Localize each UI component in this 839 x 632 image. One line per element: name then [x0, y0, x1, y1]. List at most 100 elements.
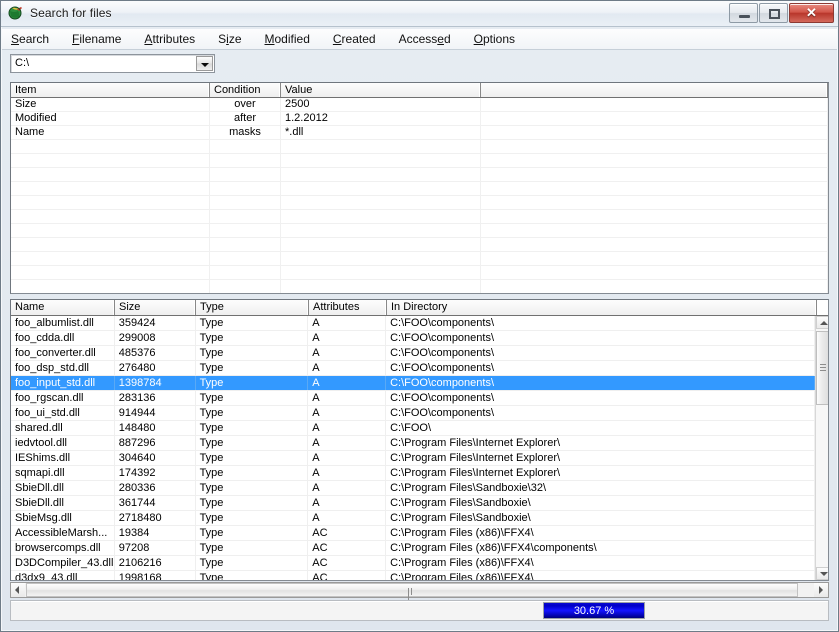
- menu-item-created[interactable]: Created: [332, 31, 377, 47]
- criteria-cell: [11, 266, 210, 279]
- vertical-scroll-thumb[interactable]: [816, 331, 828, 405]
- criteria-cell: [11, 154, 210, 167]
- criteria-cell: [210, 224, 281, 237]
- criteria-row[interactable]: [11, 266, 828, 280]
- table-row[interactable]: iedvtool.dll 887296 Type A C:\Program Files\…: [11, 436, 815, 451]
- table-row[interactable]: browsercomps.dll 97208 Type AC C:\Program Fi…: [11, 541, 815, 556]
- criteria-cell: Size: [11, 98, 210, 111]
- results-column-header[interactable]: Type: [196, 300, 309, 315]
- table-row[interactable]: sqmapi.dll 174392 Type A C:\Program Files\In…: [11, 466, 815, 481]
- results-cell: foo_dsp_std.dll: [11, 361, 115, 375]
- criteria-row[interactable]: [11, 154, 828, 168]
- criteria-row[interactable]: Size over 2500: [11, 98, 828, 112]
- menu-item-size[interactable]: Size: [217, 31, 242, 47]
- criteria-cell: [210, 210, 281, 223]
- results-cell: A: [308, 451, 387, 465]
- table-row[interactable]: d3dx9_43.dll 1998168 Type AC C:\Program File…: [11, 571, 815, 580]
- results-cell: C:\Program Files\Internet Explorer\: [386, 436, 815, 450]
- table-row[interactable]: foo_dsp_std.dll 276480 Type A C:\FOO\compone…: [11, 361, 815, 376]
- menu-item-search[interactable]: Search: [10, 31, 50, 47]
- results-cell: C:\FOO\components\: [386, 376, 815, 390]
- application-window: Search for files ✕ Search Filename Attribu…: [0, 0, 839, 632]
- results-cell: foo_input_std.dll: [11, 376, 115, 390]
- criteria-column-header[interactable]: Item: [11, 83, 210, 97]
- results-list[interactable]: Name Size Type Attributes In Directory foo_a…: [10, 299, 829, 581]
- results-cell: C:\FOO\components\: [386, 316, 815, 330]
- menu-bar: Search Filename Attributes Size Modified Crea…: [2, 29, 837, 50]
- criteria-row[interactable]: [11, 182, 828, 196]
- criteria-row[interactable]: [11, 238, 828, 252]
- results-cell: 914944: [115, 406, 196, 420]
- table-row[interactable]: foo_input_std.dll 1398784 Type A C:\FOO\comp…: [11, 376, 815, 391]
- criteria-row[interactable]: Modified after 1.2.2012: [11, 112, 828, 126]
- table-row[interactable]: SbieMsg.dll 2718480 Type A C:\Program Files\…: [11, 511, 815, 526]
- close-button[interactable]: ✕: [789, 3, 834, 23]
- table-row[interactable]: SbieDll.dll 280336 Type A C:\Program Files\S…: [11, 481, 815, 496]
- criteria-cell: [281, 210, 481, 223]
- results-cell: A: [308, 376, 387, 390]
- table-row[interactable]: foo_rgscan.dll 283136 Type A C:\FOO\componen…: [11, 391, 815, 406]
- criteria-cell: [481, 126, 828, 139]
- status-bar: [10, 600, 829, 621]
- results-cell: foo_ui_std.dll: [11, 406, 115, 420]
- criteria-cell: [281, 196, 481, 209]
- table-row[interactable]: foo_cdda.dll 299008 Type A C:\FOO\components…: [11, 331, 815, 346]
- results-horizontal-scrollbar[interactable]: [10, 582, 829, 602]
- criteria-cell: [281, 154, 481, 167]
- table-row[interactable]: AccessibleMarsh... 19384 Type AC C:\Program …: [11, 526, 815, 541]
- criteria-row[interactable]: [11, 252, 828, 266]
- criteria-row[interactable]: [11, 224, 828, 238]
- table-row[interactable]: foo_converter.dll 485376 Type A C:\FOO\compo…: [11, 346, 815, 361]
- scroll-right-button[interactable]: [814, 583, 828, 597]
- criteria-row[interactable]: [11, 280, 828, 293]
- table-row[interactable]: SbieDll.dll 361744 Type A C:\Program Files\S…: [11, 496, 815, 511]
- criteria-cell: [210, 154, 281, 167]
- table-row[interactable]: foo_ui_std.dll 914944 Type A C:\FOO\componen…: [11, 406, 815, 421]
- scroll-left-button[interactable]: [11, 583, 25, 597]
- results-vertical-scrollbar[interactable]: [815, 316, 828, 580]
- search-globe-icon: [8, 6, 22, 20]
- criteria-row[interactable]: [11, 168, 828, 182]
- results-column-header[interactable]: Attributes: [309, 300, 387, 315]
- menu-item-options[interactable]: Options: [473, 31, 516, 47]
- menu-item-accessed[interactable]: Accessed: [398, 31, 452, 47]
- criteria-grid[interactable]: Item Condition Value Size over 2500 Modified a…: [10, 82, 829, 294]
- minimize-button[interactable]: [729, 3, 758, 23]
- criteria-cell: [481, 196, 828, 209]
- criteria-column-header[interactable]: [481, 83, 828, 97]
- criteria-column-header[interactable]: Condition: [210, 83, 281, 97]
- results-cell: A: [308, 511, 387, 525]
- results-cell: C:\FOO\components\: [386, 331, 815, 345]
- criteria-row[interactable]: Name masks *.dll: [11, 126, 828, 140]
- criteria-column-header[interactable]: Value: [281, 83, 481, 97]
- scroll-down-button[interactable]: [816, 567, 828, 580]
- menu-item-attributes[interactable]: Attributes: [143, 31, 196, 47]
- menu-item-filename[interactable]: Filename: [71, 31, 122, 47]
- results-cell: C:\Program Files\Sandboxie\: [386, 496, 815, 510]
- table-row[interactable]: D3DCompiler_43.dll 2106216 Type AC C:\Progra…: [11, 556, 815, 571]
- window-buttons: ✕: [728, 3, 834, 24]
- menu-item-modified[interactable]: Modified: [264, 31, 311, 47]
- criteria-cell: [11, 224, 210, 237]
- results-column-header[interactable]: Name: [11, 300, 115, 315]
- criteria-cell: [281, 168, 481, 181]
- horizontal-scroll-thumb[interactable]: [26, 583, 798, 602]
- table-row[interactable]: foo_albumlist.dll 359424 Type A C:\FOO\compo…: [11, 316, 815, 331]
- search-path-dropdown-button[interactable]: [196, 56, 213, 71]
- criteria-header-row: Item Condition Value: [11, 83, 828, 98]
- criteria-cell: [481, 280, 828, 293]
- criteria-cell: [281, 238, 481, 251]
- maximize-button[interactable]: [759, 3, 788, 23]
- results-column-header[interactable]: In Directory: [387, 300, 817, 315]
- results-cell: Type: [196, 391, 309, 405]
- title-bar[interactable]: Search for files ✕: [1, 1, 838, 27]
- scroll-up-button[interactable]: [816, 316, 828, 329]
- criteria-row[interactable]: [11, 196, 828, 210]
- criteria-row[interactable]: [11, 140, 828, 154]
- close-icon: ✕: [806, 5, 817, 20]
- criteria-row[interactable]: [11, 210, 828, 224]
- table-row[interactable]: IEShims.dll 304640 Type A C:\Program Files\I…: [11, 451, 815, 466]
- table-row[interactable]: shared.dll 148480 Type A C:\FOO\: [11, 421, 815, 436]
- search-path-combobox[interactable]: C:\: [10, 54, 215, 73]
- results-column-header[interactable]: Size: [115, 300, 196, 315]
